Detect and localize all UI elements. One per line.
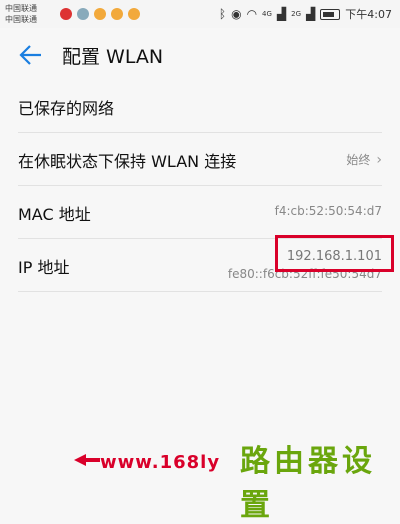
carrier-2: 中国联通: [5, 15, 37, 24]
weibo-icon-2: [111, 8, 123, 20]
watermark-brand: 路由器设置: [240, 444, 376, 523]
app-bar: 配置 WLAN: [0, 28, 400, 80]
keep-wlan-row[interactable]: 在休眠状态下保持 WLAN 连接 始终 ›: [18, 133, 382, 186]
watermark-url: www.168ly: [100, 452, 221, 473]
saved-networks-label: 已保存的网络: [18, 99, 115, 118]
battery-icon: [320, 8, 341, 20]
app-notification-icon: [77, 8, 89, 20]
chevron-right-icon: ›: [376, 152, 382, 168]
keep-wlan-value-wrap: 始终 ›: [346, 151, 382, 168]
router-logo-icon: [74, 454, 100, 466]
heart-monitor-icon: [60, 8, 72, 20]
ip-highlight-box: [275, 235, 394, 272]
signal-icon: ▟: [276, 7, 287, 21]
mac-address-value: f4:cb:52:50:54:d7: [274, 204, 382, 218]
keep-wlan-label: 在休眠状态下保持 WLAN 连接: [18, 152, 237, 171]
weibo-icon: [94, 8, 106, 20]
status-bar: 中国联通 中国联通 ᛒ ◉ ◠ 4G ▟ 2G ▟ 下午4:07: [0, 0, 400, 28]
signal-icon-2: ▟: [306, 7, 316, 21]
carrier-labels: 中国联通 中国联通: [5, 3, 37, 25]
mac-address-label: MAC 地址: [18, 205, 91, 224]
ip-address-label: IP 地址: [18, 258, 70, 277]
page-title: 配置 WLAN: [62, 46, 164, 68]
back-arrow-icon[interactable]: [18, 42, 44, 68]
notification-icons: [60, 8, 140, 20]
carrier-1: 中国联通: [5, 4, 37, 13]
wifi-icon: ◠: [246, 7, 258, 21]
keep-wlan-value: 始终: [346, 153, 371, 167]
bluetooth-icon: ᛒ: [218, 7, 227, 21]
signal-2-label: 2G: [291, 10, 302, 18]
weibo-icon-3: [128, 8, 140, 20]
watermark: www.168ly 路由器设置: [72, 430, 400, 523]
saved-networks-row[interactable]: 已保存的网络: [18, 80, 382, 133]
mac-address-row: MAC 地址 f4:cb:52:50:54:d7: [18, 186, 382, 239]
signal-1-label: 4G: [262, 10, 272, 18]
system-icons: ᛒ ◉ ◠ 4G ▟ 2G ▟ 下午4:07: [219, 6, 392, 22]
eye-comfort-icon: ◉: [231, 7, 242, 21]
status-time: 下午4:07: [345, 8, 392, 21]
